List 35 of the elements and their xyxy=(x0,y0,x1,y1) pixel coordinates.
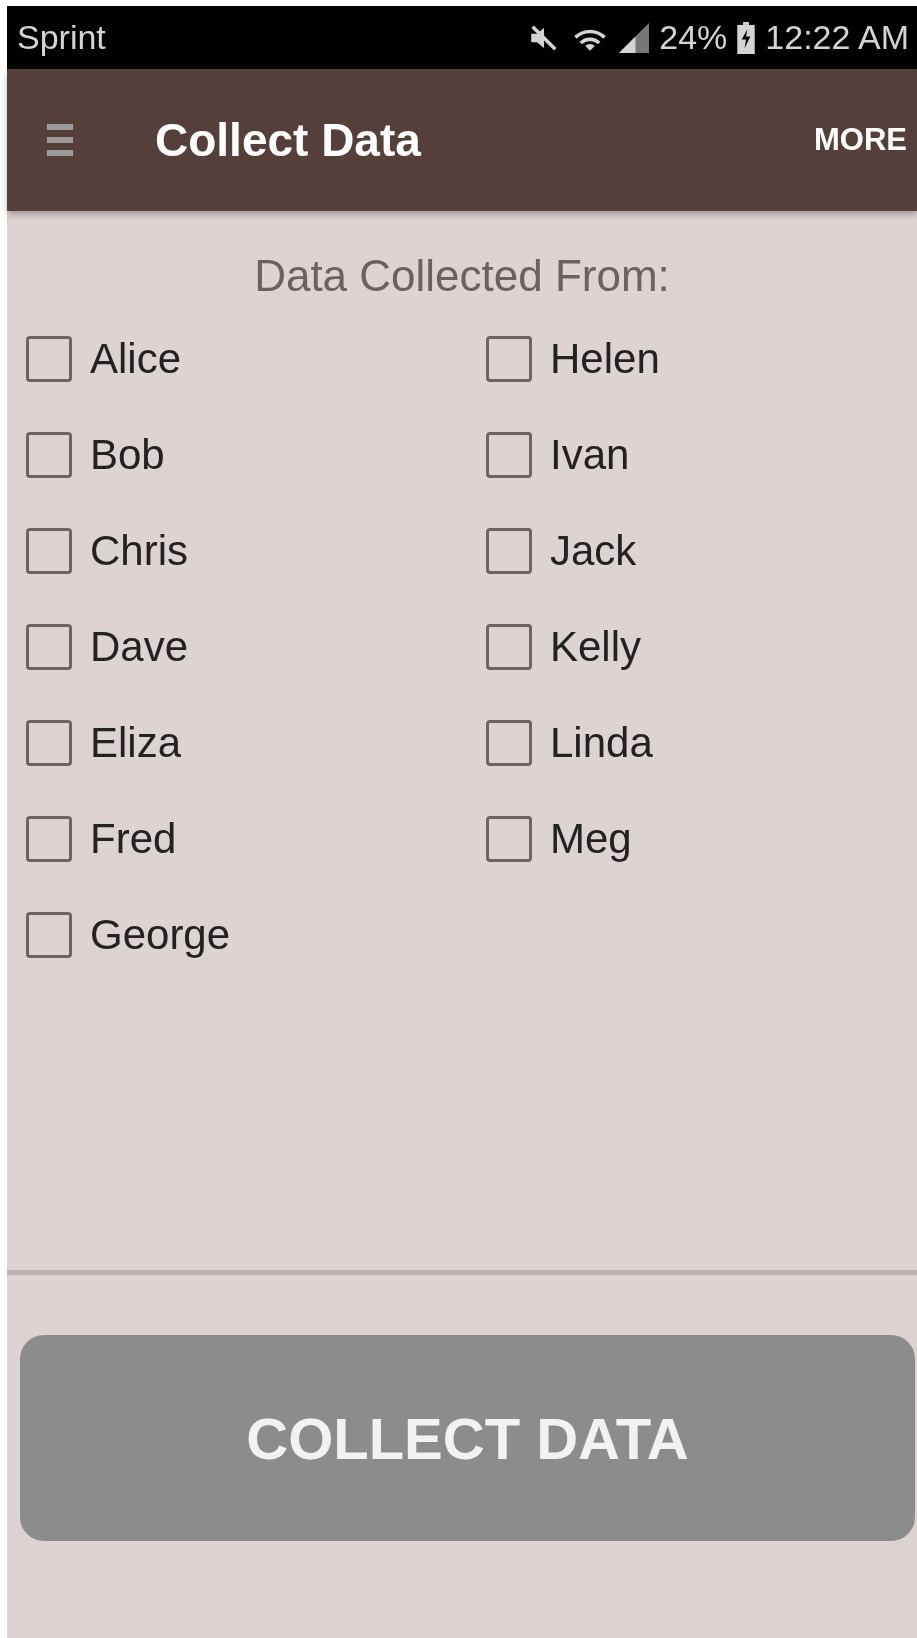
battery-charging-icon xyxy=(737,21,756,54)
person-name: Kelly xyxy=(550,623,642,671)
carrier-name: Sprint xyxy=(17,18,106,57)
person-name: Dave xyxy=(90,623,189,671)
checkbox[interactable] xyxy=(486,624,532,670)
person-name: Chris xyxy=(90,527,188,575)
menu-icon[interactable] xyxy=(47,122,73,158)
battery-percent: 24% xyxy=(659,18,728,57)
checkbox[interactable] xyxy=(486,336,532,382)
person-name: Linda xyxy=(550,719,653,767)
checkbox[interactable] xyxy=(26,336,72,382)
section-heading: Data Collected From: xyxy=(253,251,671,301)
person-name: Meg xyxy=(550,815,632,863)
person-name: Helen xyxy=(550,335,660,383)
checkbox[interactable] xyxy=(26,912,72,958)
person-name: Ivan xyxy=(550,431,630,479)
checkbox[interactable] xyxy=(486,432,532,478)
signal-icon xyxy=(619,22,650,53)
checkbox[interactable] xyxy=(26,720,72,766)
person-name: Fred xyxy=(90,815,177,863)
checkbox[interactable] xyxy=(486,816,532,862)
person-name: Jack xyxy=(550,527,637,575)
checkbox[interactable] xyxy=(26,624,72,670)
person-name: Eliza xyxy=(90,719,182,767)
checkbox[interactable] xyxy=(26,816,72,862)
checkbox[interactable] xyxy=(26,528,72,574)
more-button[interactable]: MORE xyxy=(810,112,911,168)
clock-time: 12:22 AM xyxy=(765,18,909,57)
screen-title: Collect Data xyxy=(155,113,421,167)
checkbox[interactable] xyxy=(26,432,72,478)
checkbox[interactable] xyxy=(486,720,532,766)
checkbox[interactable] xyxy=(486,528,532,574)
person-name: George xyxy=(90,911,231,959)
person-name: Bob xyxy=(90,431,165,479)
person-name: Alice xyxy=(90,335,182,383)
